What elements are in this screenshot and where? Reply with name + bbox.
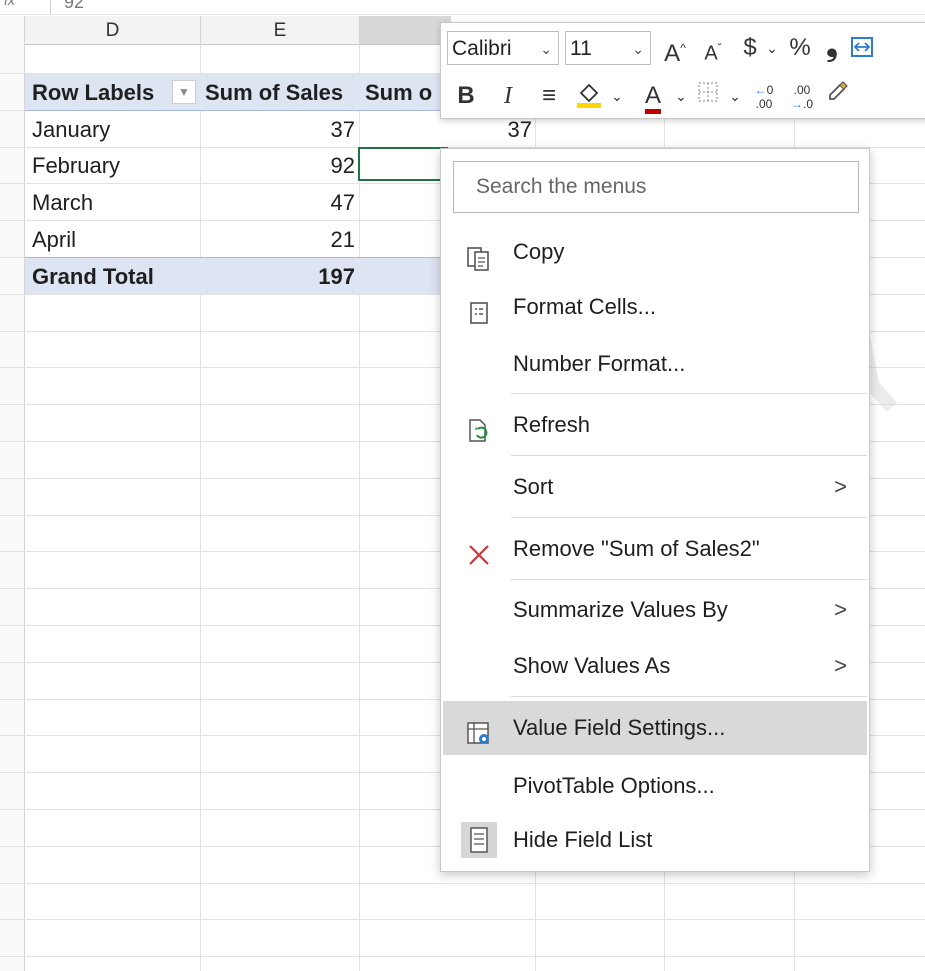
value-field-settings-icon — [465, 714, 493, 744]
increase-font-size-button[interactable]: A^ — [659, 31, 691, 71]
pivot-grand-total-value[interactable]: 197 — [205, 258, 355, 294]
mini-toolbar: Calibri ⌄ 11 ⌄ A^ Aˇ $ ⌄ % ❟ B I ≡ ⌄ A ⌄… — [440, 22, 925, 119]
copy-icon — [465, 238, 493, 271]
pivot-row-sales[interactable]: 37 — [205, 111, 355, 147]
font-size-value: 11 — [570, 37, 592, 60]
pivot-row-label[interactable]: February — [32, 147, 197, 183]
menu-item-label: Summarize Values By — [513, 597, 728, 622]
chevron-right-icon: > — [834, 474, 847, 499]
grid-row-line — [0, 919, 925, 920]
italic-button[interactable]: I — [495, 79, 521, 113]
font-color-button[interactable]: A — [635, 79, 671, 114]
menu-item-sort[interactable]: Sort > — [443, 460, 867, 514]
decrease-font-icon: A — [704, 42, 718, 65]
pivot-row-label[interactable]: January — [32, 111, 197, 147]
column-header-f[interactable] — [360, 16, 451, 45]
currency-format-button[interactable]: $ — [737, 31, 763, 65]
formula-bar-value[interactable]: 92 — [64, 0, 84, 13]
search-menus-input[interactable]: Search the menus — [453, 161, 859, 213]
chevron-down-icon: ⌄ — [540, 41, 552, 57]
format-painter-icon[interactable] — [823, 79, 853, 113]
menu-item-label: Copy — [513, 239, 565, 264]
format-cells-icon — [465, 293, 493, 324]
field-list-icon — [461, 822, 497, 858]
font-color-letter: A — [644, 83, 661, 114]
menu-item-label: Hide Field List — [513, 827, 653, 852]
align-center-icon[interactable]: ≡ — [535, 79, 563, 113]
menu-item-hide-field-list[interactable]: Hide Field List — [443, 813, 867, 867]
menu-item-number-format[interactable]: Number Format... — [443, 337, 867, 391]
chevron-down-icon[interactable]: ⌄ — [673, 79, 689, 113]
comma-style-button[interactable]: ❟ — [819, 29, 845, 63]
pivot-row-sales[interactable]: 21 — [205, 221, 355, 257]
grid-row-line — [0, 883, 925, 884]
menu-item-pivottable-options[interactable]: PivotTable Options... — [443, 759, 867, 813]
menu-item-label: Show Values As — [513, 653, 671, 678]
pivot-row-label[interactable]: April — [32, 221, 197, 257]
row-number-strip[interactable] — [0, 16, 25, 971]
borders-icon[interactable] — [693, 79, 723, 113]
column-header-e[interactable]: E — [201, 16, 360, 45]
increase-decimal-label: .00 — [755, 97, 773, 111]
refresh-icon — [465, 411, 493, 442]
chevron-right-icon: > — [834, 597, 847, 622]
menu-item-label: Sort — [513, 474, 554, 499]
chevron-down-icon[interactable]: ⌄ — [763, 31, 781, 65]
fx-icon: fx — [4, 0, 15, 8]
pivot-header-sum-of-sales2[interactable]: Sum o — [365, 74, 445, 110]
menu-item-refresh[interactable]: Refresh — [443, 398, 867, 452]
menu-separator — [511, 455, 867, 456]
decrease-font-size-button[interactable]: Aˇ — [697, 31, 729, 71]
menu-item-label: Refresh — [513, 412, 591, 437]
increase-font-icon: A — [664, 40, 681, 67]
menu-item-label: Format Cells... — [513, 294, 657, 319]
menu-item-show-values-as[interactable]: Show Values As > — [443, 639, 867, 693]
formula-bar[interactable]: fx 92 — [0, 0, 925, 15]
pivot-row-sales[interactable]: 47 — [205, 184, 355, 220]
remove-x-icon — [465, 535, 493, 565]
formula-bar-divider — [50, 0, 51, 14]
bold-button[interactable]: B — [453, 79, 479, 113]
pivot-row-label[interactable]: March — [32, 184, 197, 220]
menu-item-label: Remove "Sum of Sales2" — [513, 536, 760, 561]
percent-style-button[interactable]: % — [785, 31, 815, 65]
menu-separator — [511, 517, 867, 518]
decrease-decimal-label: .0 — [802, 97, 813, 111]
menu-item-copy[interactable]: Copy — [443, 225, 867, 279]
menu-item-label: Value Field Settings... — [513, 715, 726, 740]
menu-separator — [511, 393, 867, 394]
filter-dropdown-icon[interactable]: ▼ — [172, 80, 196, 104]
context-menu: Search the menus Copy Format Cells... Nu… — [440, 148, 870, 872]
column-header-d[interactable]: D — [25, 16, 201, 45]
pivot-grand-total-label[interactable]: Grand Total — [32, 258, 197, 294]
grid-row-line — [0, 956, 925, 957]
chevron-down-icon[interactable]: ⌄ — [727, 79, 743, 113]
menu-item-label: PivotTable Options... — [513, 773, 715, 798]
menu-item-format-cells[interactable]: Format Cells... — [443, 280, 867, 334]
font-name-dropdown[interactable]: Calibri ⌄ — [447, 31, 559, 65]
menu-item-value-field-settings[interactable]: Value Field Settings... — [443, 701, 867, 755]
fill-color-button[interactable] — [571, 79, 607, 119]
pivot-row-sales[interactable]: 92 — [205, 147, 355, 183]
menu-separator — [511, 579, 867, 580]
menu-item-label: Number Format... — [513, 351, 686, 376]
font-size-dropdown[interactable]: 11 ⌄ — [565, 31, 651, 65]
decrease-decimal-button[interactable]: .00 →.0 — [785, 79, 819, 111]
increase-decimal-button[interactable]: ←0.00 — [747, 79, 781, 111]
menu-item-remove-field[interactable]: Remove "Sum of Sales2" — [443, 522, 867, 576]
active-cell-selection[interactable] — [358, 147, 448, 181]
chevron-right-icon: > — [834, 653, 847, 678]
font-name-value: Calibri — [452, 37, 512, 60]
menu-separator — [511, 696, 867, 697]
chevron-down-icon[interactable]: ⌄ — [609, 79, 625, 113]
wrap-text-icon[interactable] — [849, 35, 875, 61]
chevron-down-icon: ⌄ — [632, 41, 644, 57]
pivot-header-sum-of-sales[interactable]: Sum of Sales — [205, 74, 360, 110]
menu-item-summarize-values-by[interactable]: Summarize Values By > — [443, 583, 867, 637]
